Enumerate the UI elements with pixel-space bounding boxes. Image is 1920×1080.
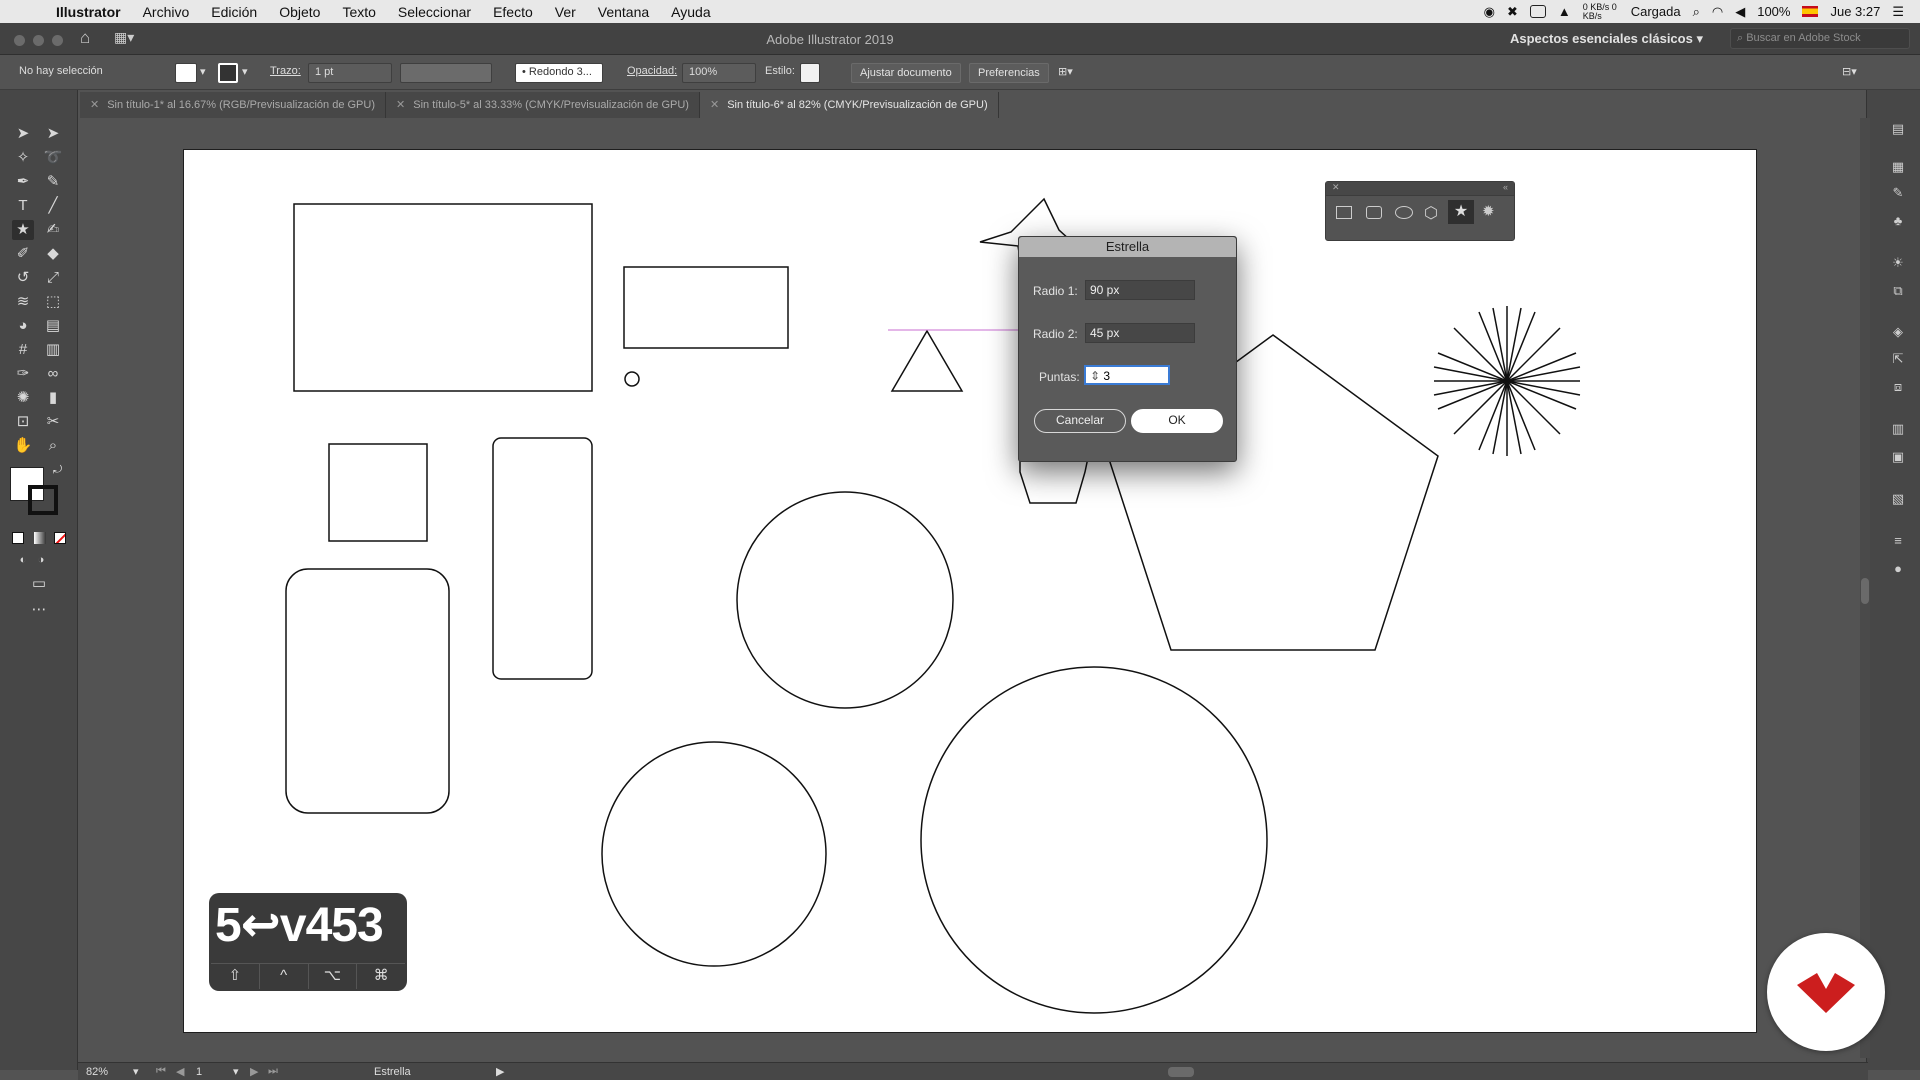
rounded-rectangle-tool-icon[interactable] xyxy=(1366,206,1382,219)
dialog-title: Estrella xyxy=(1019,237,1236,257)
current-tool-name: Estrella xyxy=(374,1066,411,1078)
circle-medium[interactable] xyxy=(736,491,954,709)
stepper-icon[interactable]: ⇕ xyxy=(1090,369,1100,383)
points-label: Puntas: xyxy=(1039,370,1080,384)
zoom-level[interactable]: 82% xyxy=(86,1066,108,1078)
horizontal-scroll-thumb[interactable] xyxy=(1168,1067,1194,1077)
status-menu-icon[interactable]: ▶ xyxy=(496,1065,504,1078)
keystroke-overlay: 5↩v453 ⇧ ^ ⌥ ⌘ xyxy=(209,893,407,991)
command-key-icon: ⌘ xyxy=(373,967,389,984)
starburst[interactable] xyxy=(1433,306,1581,456)
rectangle-medium[interactable] xyxy=(623,266,789,349)
cancel-button[interactable]: Cancelar xyxy=(1034,409,1126,433)
shape-tools-panel: ✕ « ⬡ ★ ✹ xyxy=(1325,181,1515,241)
brand-logo xyxy=(1767,933,1885,1051)
modifier-keys: ⇧ ^ ⌥ ⌘ xyxy=(211,963,405,989)
radius2-value: 45 px xyxy=(1090,326,1120,340)
triangle-small[interactable] xyxy=(890,329,964,392)
prev-artboard-icon[interactable]: ◀ xyxy=(176,1065,184,1078)
shape-panel-header[interactable]: ✕ « xyxy=(1326,182,1514,196)
flare-tool-icon[interactable]: ✹ xyxy=(1482,202,1495,220)
rectangle-large[interactable] xyxy=(293,203,593,392)
points-value: 3 xyxy=(1103,369,1111,383)
option-key-icon: ⌥ xyxy=(309,964,358,989)
artboard-number[interactable]: 1 xyxy=(196,1066,202,1078)
control-key-icon: ^ xyxy=(260,964,309,989)
ok-button[interactable]: OK xyxy=(1131,409,1223,433)
artboard-dropdown-icon[interactable]: ▾ xyxy=(233,1065,239,1078)
zoom-dropdown-icon[interactable]: ▾ xyxy=(133,1065,139,1078)
logo-mark-icon xyxy=(1797,973,1855,1013)
small-circle[interactable] xyxy=(624,371,640,387)
first-artboard-icon[interactable]: ⏮ xyxy=(156,1065,166,1078)
rectangle-tool-icon[interactable] xyxy=(1336,206,1352,219)
star-dialog: Estrella Radio 1: 90 px Radio 2: 45 px P… xyxy=(1018,236,1237,462)
rounded-rectangle-tall[interactable] xyxy=(492,437,593,680)
points-input[interactable]: ⇕ 3 xyxy=(1084,365,1170,385)
square[interactable] xyxy=(328,443,428,542)
circle-lower[interactable] xyxy=(601,741,827,967)
keystroke-text: 5↩v453 xyxy=(215,899,384,952)
radius1-value: 90 px xyxy=(1090,283,1120,297)
polygon-tool-icon[interactable]: ⬡ xyxy=(1424,203,1438,223)
status-bar: 82% ▾ ⏮ ◀ 1 ▾ ▶ ⏭ Estrella ▶ xyxy=(78,1062,1868,1080)
next-artboard-icon[interactable]: ▶ xyxy=(250,1065,258,1078)
star-tool-active-icon[interactable]: ★ xyxy=(1448,200,1474,224)
rounded-rectangle[interactable] xyxy=(285,568,450,814)
last-artboard-icon[interactable]: ⏭ xyxy=(268,1065,278,1078)
radius2-label: Radio 2: xyxy=(1033,327,1078,341)
circle-large[interactable] xyxy=(920,666,1268,1014)
radius1-label: Radio 1: xyxy=(1033,284,1078,298)
ellipse-tool-icon[interactable] xyxy=(1395,206,1413,219)
radius1-input[interactable]: 90 px xyxy=(1085,280,1195,300)
collapse-icon[interactable]: « xyxy=(1503,182,1508,192)
radius2-input[interactable]: 45 px xyxy=(1085,323,1195,343)
shift-key-icon: ⇧ xyxy=(211,964,260,989)
